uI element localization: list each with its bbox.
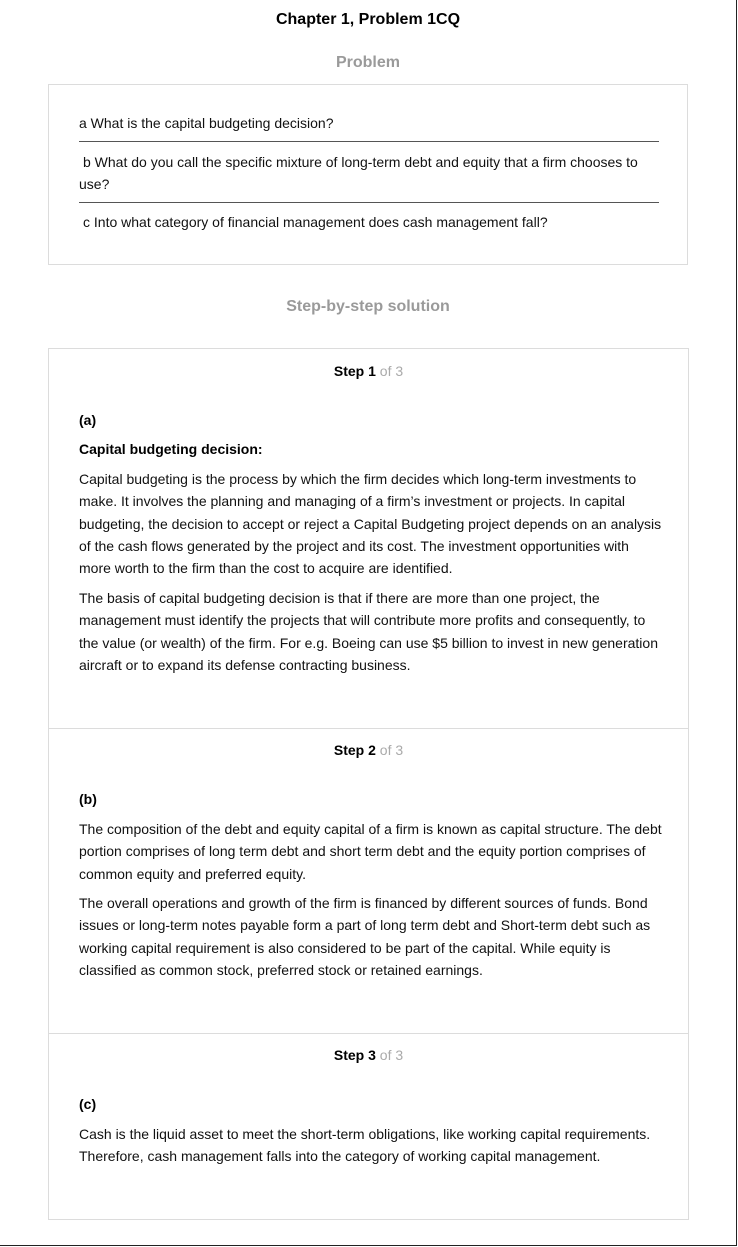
solution-heading: Step-by-step solution [286, 298, 450, 315]
question-divider [79, 141, 659, 142]
step-3-paragraph-1: Cash is the liquid asset to meet the sho… [79, 1126, 651, 1165]
step-2-paragraph-2: The overall operations and growth of the… [79, 895, 651, 978]
question-c: c Into what category of financial manage… [83, 214, 548, 230]
step-1-paragraph-2: The basis of capital budgeting decision … [79, 590, 658, 673]
step-1-subheading: Capital budgeting decision: [79, 441, 263, 457]
step-3-header: Step 3 of 3 [49, 1047, 688, 1063]
step-label: Step [333, 363, 365, 379]
step-divider [49, 1033, 688, 1034]
step-1-part-label: (a) [79, 412, 97, 428]
problem-heading: Problem [335, 54, 400, 71]
step-2-paragraph-1: The composition of the debt and equity c… [79, 821, 662, 882]
question-b: b What do you call the specific mixture … [79, 154, 638, 192]
question-a: a What is the capital budgeting decision… [79, 115, 334, 131]
step-number: 2 [368, 742, 376, 758]
step-total: of 3 [379, 1047, 404, 1063]
step-2-header: Step 2 of 3 [49, 742, 688, 758]
step-1-paragraph-1: Capital budgeting is the process by whic… [79, 471, 662, 577]
page: Chapter 1, Problem 1CQ Problem a What is… [0, 0, 737, 1246]
step-total: of 3 [379, 363, 404, 379]
page-title: Chapter 1, Problem 1CQ [275, 11, 461, 28]
step-total: of 3 [379, 742, 404, 758]
problem-box: a What is the capital budgeting decision… [48, 84, 688, 265]
solution-box: Step 1 of 3 (a) Capital budgeting decisi… [48, 348, 689, 1220]
step-label: Step [333, 1047, 365, 1063]
step-2-part-label: (b) [79, 791, 97, 807]
step-3-part-label: (c) [79, 1096, 97, 1112]
step-1-header: Step 1 of 3 [49, 363, 688, 379]
step-label: Step [333, 742, 365, 758]
step-number: 1 [368, 363, 376, 379]
question-divider [79, 202, 659, 203]
step-divider [49, 728, 688, 729]
step-number: 3 [368, 1047, 376, 1063]
